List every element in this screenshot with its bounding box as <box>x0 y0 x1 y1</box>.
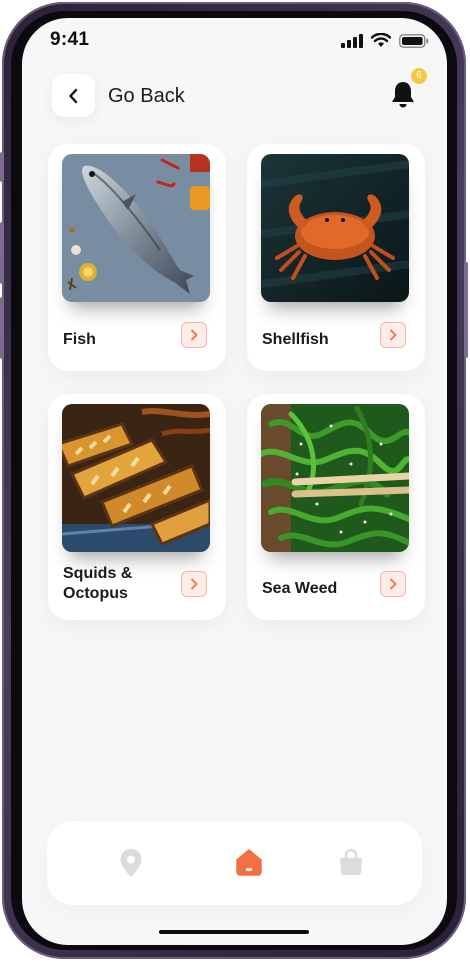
volume-down-button <box>0 297 4 359</box>
category-card-shellfish[interactable]: Shellfish <box>247 144 425 371</box>
wifi-icon <box>371 33 391 47</box>
bottom-nav <box>47 821 422 905</box>
notification-bell-icon[interactable] <box>390 80 416 110</box>
squids-octopus-image <box>62 404 210 552</box>
fish-image <box>62 154 210 302</box>
chevron-right-icon <box>191 578 198 590</box>
category-label: Shellfish <box>262 331 329 348</box>
volume-up-button <box>0 222 4 284</box>
home-icon[interactable] <box>235 848 263 876</box>
chevron-left-icon <box>68 88 77 103</box>
bag-icon[interactable] <box>338 848 364 876</box>
category-card-sea-weed[interactable]: Sea Weed <box>247 394 425 620</box>
category-card-squids-octopus[interactable]: Squids & Octopus <box>48 394 226 620</box>
home-indicator[interactable] <box>159 930 309 934</box>
open-category-button[interactable] <box>380 322 406 348</box>
go-back-label[interactable]: Go Back <box>108 85 185 108</box>
battery-icon <box>399 33 429 48</box>
category-label: Sea Weed <box>262 580 338 597</box>
location-icon[interactable] <box>119 848 143 878</box>
back-button[interactable] <box>52 74 95 117</box>
category-label: Fish <box>63 331 96 348</box>
open-category-button[interactable] <box>181 571 207 597</box>
shellfish-image <box>261 154 409 302</box>
power-button <box>464 262 468 358</box>
mute-switch <box>0 152 4 182</box>
chevron-right-icon <box>390 329 397 341</box>
status-icons <box>341 33 429 48</box>
notification-badge: 6 <box>411 68 427 84</box>
open-category-button[interactable] <box>380 571 406 597</box>
chevron-right-icon <box>390 578 397 590</box>
cellular-signal-icon <box>341 33 363 48</box>
open-category-button[interactable] <box>181 322 207 348</box>
category-card-fish[interactable]: Fish <box>48 144 226 371</box>
category-label: Squids & Octopus <box>63 565 133 602</box>
screen: 9:41 Go Back 6 Fish Shellfish Squids & O… <box>22 18 447 945</box>
status-time: 9:41 <box>50 29 90 50</box>
chevron-right-icon <box>191 329 198 341</box>
sea-weed-image <box>261 404 409 552</box>
